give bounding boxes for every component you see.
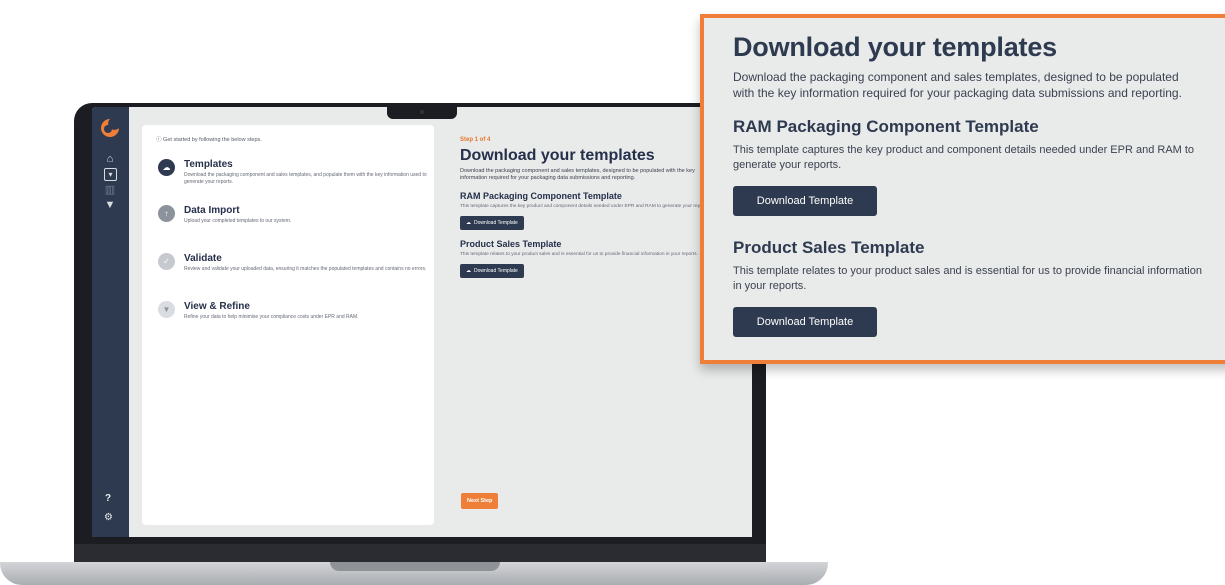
step-description: Refine your data to help minimise your c…	[184, 314, 359, 320]
help-icon[interactable]: ?	[105, 493, 111, 504]
callout-ram-description: This template captures the key product a…	[733, 144, 1195, 171]
callout-content: Download your templates Download the pac…	[733, 32, 1213, 337]
chart-icon[interactable]: ▥	[101, 183, 119, 197]
step-title: Templates	[184, 159, 233, 170]
funnel-icon: ▼	[158, 301, 175, 318]
step-description: Upload your completed templates to our s…	[184, 218, 292, 224]
info-icon: ⓘ	[156, 137, 162, 143]
sidebar: ⌂ ▾ ▥ ▼ ? ⚙	[92, 107, 129, 537]
check-icon: ✓	[158, 253, 175, 270]
button-label: Download Template	[474, 220, 518, 226]
steps-panel: ⓘ Get started by following the below ste…	[142, 125, 434, 525]
sales-template-description: This template relates to your product sa…	[460, 252, 698, 257]
settings-gear-icon[interactable]: ⚙	[104, 512, 113, 523]
callout-sales-description: This template relates to your product sa…	[733, 265, 1202, 292]
laptop-screen: ⌂ ▾ ▥ ▼ ? ⚙ ⓘ Get started by following t…	[92, 107, 752, 537]
cloud-download-icon: ☁	[466, 220, 471, 226]
callout-download-sales-button[interactable]: Download Template	[733, 307, 877, 337]
step-description: Review and validate your uploaded data, …	[184, 266, 427, 272]
page-intro: Download the packaging component and sal…	[460, 168, 695, 181]
ram-template-description: This template captures the key product a…	[460, 204, 710, 209]
callout-sales-title: Product Sales Template	[733, 238, 925, 257]
cloud-download-icon: ☁	[158, 159, 175, 176]
steps-intro: ⓘ Get started by following the below ste…	[156, 135, 262, 143]
step-description: Download the packaging component and sal…	[184, 172, 427, 185]
callout-download-ram-button[interactable]: Download Template	[733, 186, 877, 216]
upload-icon: ↑	[158, 205, 175, 222]
next-step-button[interactable]: Next Step	[461, 493, 499, 509]
laptop-hinge	[74, 544, 766, 562]
brand-logo-icon[interactable]	[98, 116, 122, 140]
steps-intro-text: Get started by following the below steps…	[163, 137, 262, 143]
zoom-callout: Download your templates Download the pac…	[700, 14, 1225, 364]
laptop-base	[0, 562, 828, 585]
camera-notch	[387, 107, 457, 119]
download-ram-template-button[interactable]: ☁ Download Template	[460, 216, 524, 230]
download-sales-template-button[interactable]: ☁ Download Template	[460, 264, 524, 278]
step-title: View & Refine	[184, 301, 250, 312]
step-title: Data Import	[184, 205, 240, 216]
callout-ram-title: RAM Packaging Component Template	[733, 117, 1039, 136]
laptop-base-notch	[330, 562, 500, 571]
home-icon[interactable]: ⌂	[101, 152, 119, 166]
funnel-icon[interactable]: ▼	[101, 198, 119, 212]
button-label: Download Template	[474, 268, 518, 274]
camera-dot	[420, 110, 424, 114]
callout-intro: Download the packaging component and sal…	[733, 70, 1182, 100]
step-title: Validate	[184, 253, 222, 264]
cloud-download-icon: ☁	[466, 268, 471, 274]
import-icon[interactable]: ▾	[104, 168, 117, 181]
callout-title: Download your templates	[733, 32, 1057, 62]
